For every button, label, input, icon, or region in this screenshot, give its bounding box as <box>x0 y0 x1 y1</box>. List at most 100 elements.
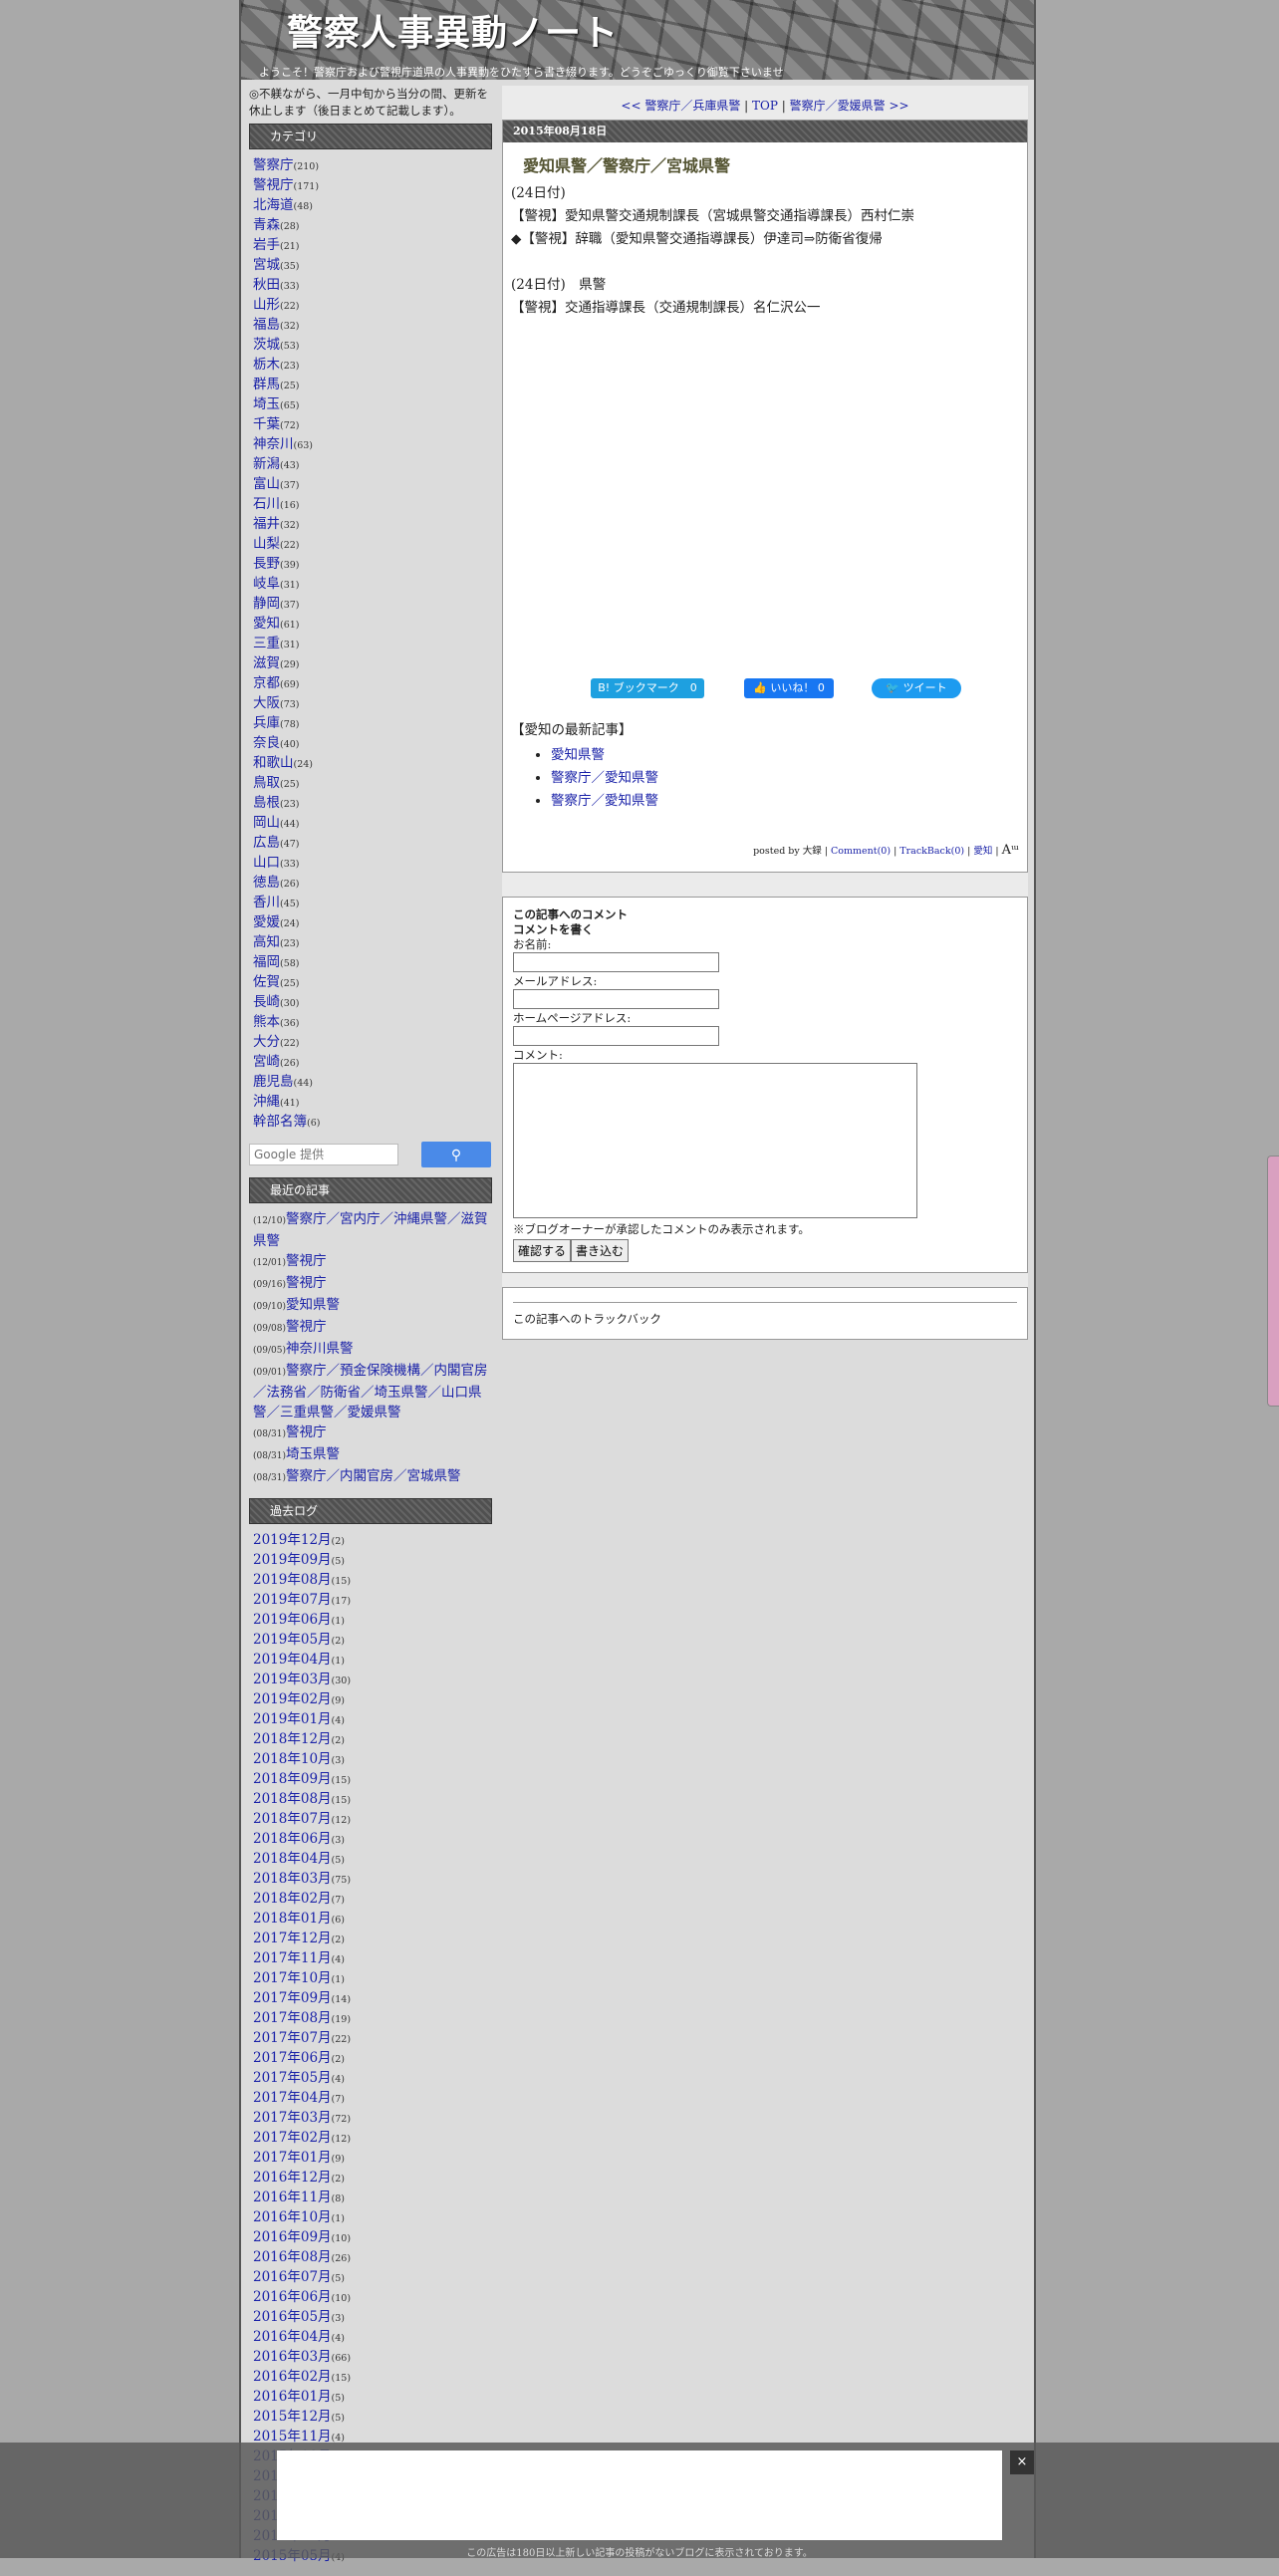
archive-link[interactable]: 2016年03月 <box>253 2349 332 2365</box>
archive-link[interactable]: 2019年04月 <box>253 1652 332 1668</box>
category-link[interactable]: 富山 <box>253 476 280 492</box>
archive-link[interactable]: 2016年07月 <box>253 2269 332 2285</box>
archive-link[interactable]: 2019年12月 <box>253 1532 332 1548</box>
category-link[interactable]: 熊本 <box>253 1014 280 1030</box>
category-link[interactable]: 新潟 <box>253 456 280 472</box>
close-icon[interactable]: × <box>1010 2450 1034 2474</box>
latest-article-link[interactable]: 警察庁／愛知県警 <box>551 770 658 786</box>
comment-link[interactable]: Comment(0) <box>831 846 891 857</box>
archive-link[interactable]: 2016年09月 <box>253 2229 332 2245</box>
category-link[interactable]: 岡山 <box>253 815 280 831</box>
category-link[interactable]: 愛媛 <box>253 914 280 930</box>
category-link[interactable]: 滋賀 <box>253 655 280 671</box>
category-link[interactable]: 山形 <box>253 297 280 313</box>
archive-link[interactable]: 2019年08月 <box>253 1572 332 1588</box>
search-button[interactable]: ⚲ <box>421 1142 491 1167</box>
comment-textarea[interactable] <box>513 1063 917 1218</box>
archive-link[interactable]: 2019年06月 <box>253 1612 332 1628</box>
archive-link[interactable]: 2018年07月 <box>253 1811 332 1827</box>
trackback-link[interactable]: TrackBack(0) <box>899 846 964 857</box>
next-entry-link[interactable]: 警察庁／愛媛県警 >> <box>790 99 909 113</box>
archive-link[interactable]: 2017年01月 <box>253 2150 332 2166</box>
archive-link[interactable]: 2017年09月 <box>253 1990 332 2006</box>
archive-link[interactable]: 2018年02月 <box>253 1891 332 1907</box>
category-link[interactable]: 北海道 <box>253 197 294 213</box>
recent-article-link[interactable]: 警察庁／宮内庁／沖縄県警／滋賀県警 <box>253 1211 487 1249</box>
archive-link[interactable]: 2017年11月 <box>253 1950 332 1966</box>
name-field[interactable] <box>513 952 719 972</box>
recent-article-link[interactable]: 神奈川県警 <box>286 1341 354 1357</box>
category-link[interactable]: 山口 <box>253 855 280 871</box>
category-link[interactable]: 兵庫 <box>253 715 280 731</box>
archive-link[interactable]: 2019年03月 <box>253 1672 332 1687</box>
ad-banner[interactable] <box>277 2450 1002 2540</box>
archive-link[interactable]: 2018年08月 <box>253 1791 332 1807</box>
archive-link[interactable]: 2017年08月 <box>253 2010 332 2026</box>
category-link[interactable]: 千葉 <box>253 416 280 432</box>
archive-link[interactable]: 2018年06月 <box>253 1831 332 1847</box>
category-link[interactable]: 佐賀 <box>253 974 280 990</box>
archive-link[interactable]: 2016年11月 <box>253 2190 332 2205</box>
category-link[interactable]: 岩手 <box>253 237 280 253</box>
confirm-button[interactable]: 確認する <box>513 1239 572 1262</box>
archive-link[interactable]: 2019年07月 <box>253 1592 332 1608</box>
archive-link[interactable]: 2019年05月 <box>253 1632 332 1648</box>
facebook-like-button[interactable]: 👍 いいね！ 0 <box>744 678 834 698</box>
latest-article-link[interactable]: 愛知県警 <box>551 747 605 763</box>
archive-link[interactable]: 2019年09月 <box>253 1552 332 1568</box>
recent-article-link[interactable]: 警察庁／預金保険機構／内閣官房／法務省／防衛省／埼玉県警／山口県警／三重県警／愛… <box>253 1363 487 1420</box>
category-link[interactable]: 福岡 <box>253 954 280 970</box>
archive-link[interactable]: 2017年10月 <box>253 1970 332 1986</box>
archive-link[interactable]: 2018年03月 <box>253 1871 332 1887</box>
archive-link[interactable]: 2017年03月 <box>253 2110 332 2126</box>
category-link[interactable]: 大分 <box>253 1034 280 1050</box>
category-link[interactable]: 石川 <box>253 496 280 512</box>
archive-link[interactable]: 2016年06月 <box>253 2289 332 2305</box>
archive-link[interactable]: 2016年10月 <box>253 2209 332 2225</box>
archive-link[interactable]: 2019年01月 <box>253 1711 332 1727</box>
archive-link[interactable]: 2017年05月 <box>253 2070 332 2086</box>
category-link[interactable]: 徳島 <box>253 875 280 891</box>
category-link[interactable]: 和歌山 <box>253 755 294 771</box>
archive-link[interactable]: 2019年02月 <box>253 1691 332 1707</box>
category-link[interactable]: 愛知 <box>253 616 280 632</box>
category-link[interactable]: 秋田 <box>253 277 280 293</box>
site-title[interactable]: 警察人事異動ノート <box>287 4 619 56</box>
email-field[interactable] <box>513 989 719 1009</box>
category-link[interactable]: 幹部名簿 <box>253 1114 307 1130</box>
recent-article-link[interactable]: 警視庁 <box>286 1253 327 1269</box>
archive-link[interactable]: 2016年01月 <box>253 2389 332 2405</box>
category-link[interactable]: 鹿児島 <box>253 1074 294 1090</box>
archive-link[interactable]: 2017年06月 <box>253 2050 332 2066</box>
category-link[interactable]: 広島 <box>253 835 280 851</box>
category-link[interactable]: 宮城 <box>253 257 280 273</box>
search-input[interactable] <box>249 1144 398 1165</box>
top-link[interactable]: TOP <box>752 99 778 113</box>
archive-link[interactable]: 2017年07月 <box>253 2030 332 2046</box>
archive-link[interactable]: 2016年08月 <box>253 2249 332 2265</box>
category-link[interactable]: 静岡 <box>253 596 280 612</box>
category-link[interactable]: 長崎 <box>253 994 280 1010</box>
category-link[interactable]: 岐阜 <box>253 576 280 592</box>
category-link[interactable]: 青森 <box>253 217 280 233</box>
category-link[interactable]: 栃木 <box>253 357 280 373</box>
archive-link[interactable]: 2015年12月 <box>253 2409 332 2425</box>
text-size-icon[interactable]: Aᵚ <box>1002 843 1019 858</box>
submit-button[interactable]: 書き込む <box>571 1239 630 1262</box>
category-link[interactable]: 茨城 <box>253 337 280 353</box>
category-link[interactable]: 警察庁 <box>253 157 294 173</box>
category-link[interactable]: 高知 <box>253 934 280 950</box>
category-link[interactable]: 沖縄 <box>253 1094 280 1110</box>
latest-article-link[interactable]: 警察庁／愛知県警 <box>551 793 658 809</box>
recent-article-link[interactable]: 愛知県警 <box>286 1297 340 1313</box>
recent-article-link[interactable]: 警視庁 <box>286 1424 327 1440</box>
archive-link[interactable]: 2018年09月 <box>253 1771 332 1787</box>
recent-article-link[interactable]: 警視庁 <box>286 1319 327 1335</box>
category-link[interactable]: 警視庁 <box>253 177 294 193</box>
archive-link[interactable]: 2016年02月 <box>253 2369 332 2385</box>
archive-link[interactable]: 2018年12月 <box>253 1731 332 1747</box>
category-link[interactable]: 群馬 <box>253 377 280 392</box>
recent-article-link[interactable]: 警視庁 <box>286 1275 327 1291</box>
category-link[interactable]: 宮崎 <box>253 1054 280 1070</box>
category-link[interactable]: 埼玉 <box>253 396 280 412</box>
